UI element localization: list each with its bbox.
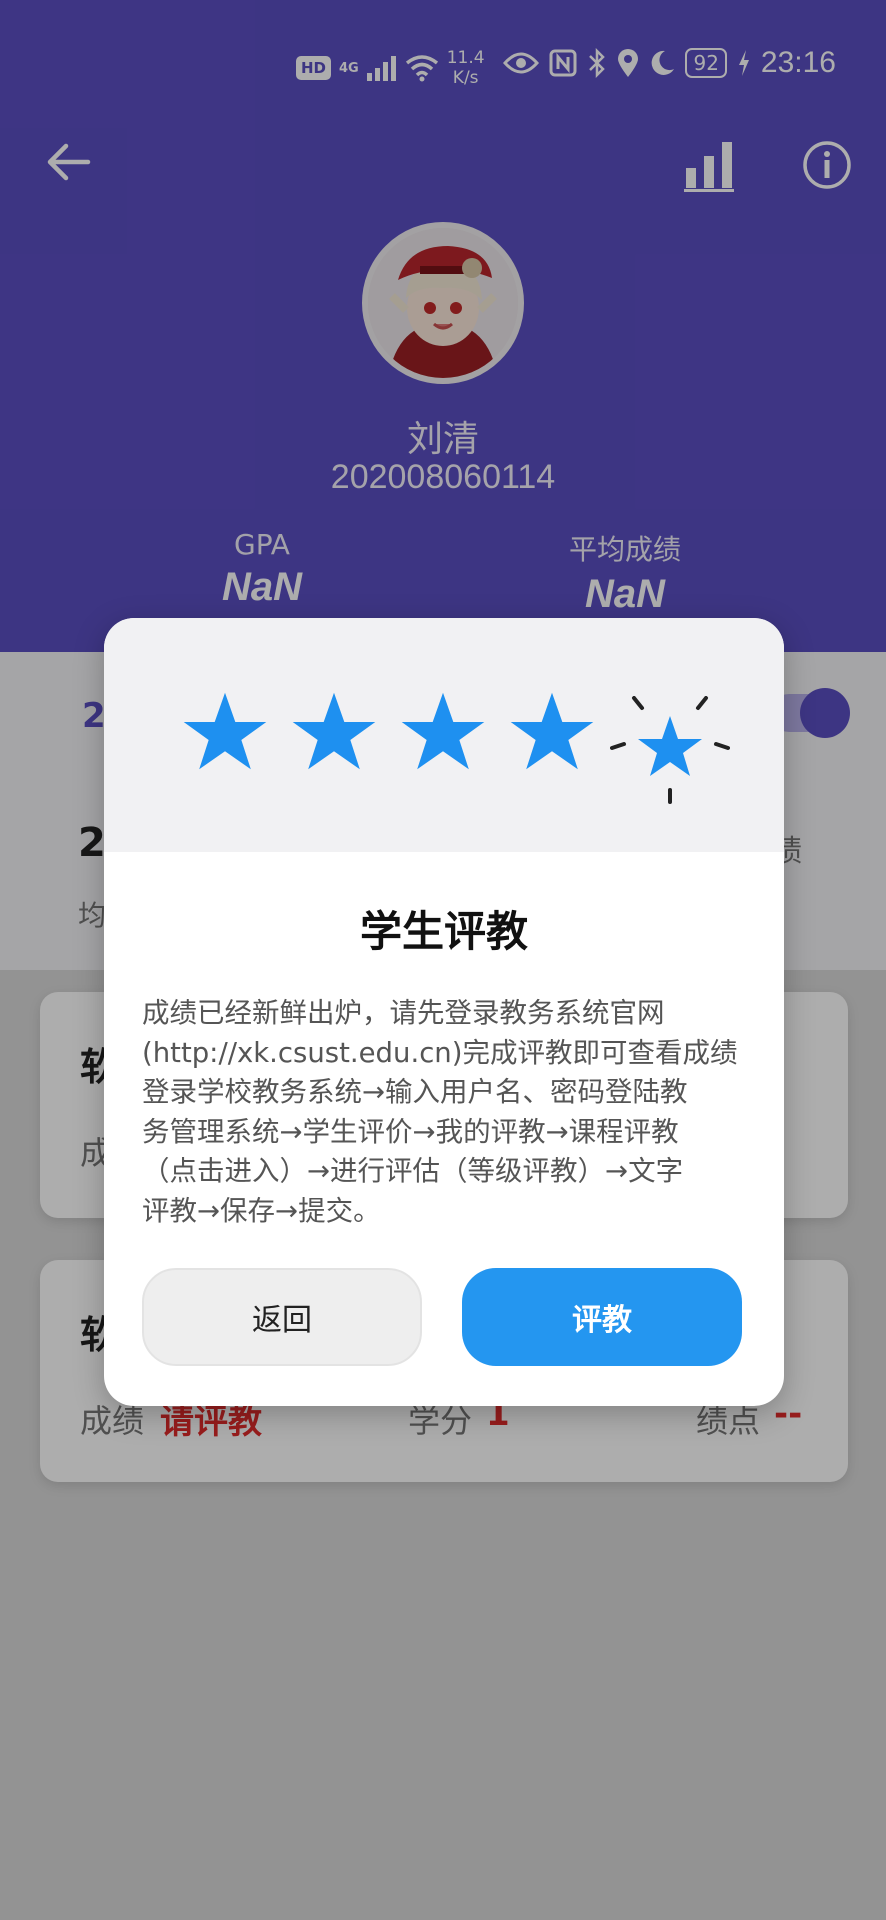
evaluate-button[interactable]: 评教	[462, 1268, 742, 1366]
dialog-message: 成绩已经新鲜出炉，请先登录教务系统官网 (http://xk.csust.edu…	[142, 994, 752, 1231]
star-icon	[292, 692, 376, 770]
dialog-message-line: 务管理系统→学生评价→我的评教→课程评教	[142, 1115, 679, 1148]
dialog-title: 学生评教	[359, 907, 528, 956]
star-icon	[401, 692, 485, 770]
dialog-message-line: 登录学校教务系统→输入用户名、密码登陆教	[142, 1076, 688, 1108]
back-button[interactable]: 返回	[142, 1268, 422, 1366]
dialog-message-line: (http://xk.csust.edu.cn)完成评教即可查看成绩	[142, 1036, 738, 1069]
rating-banner	[104, 618, 784, 852]
dialog-message-line: （点击进入）→进行评估（等级评教）→文字	[142, 1155, 684, 1187]
sparkling-star-icon	[610, 696, 730, 804]
dialog-message-line: 成绩已经新鲜出炉，请先登录教务系统官网	[142, 997, 665, 1029]
star-icon	[510, 692, 594, 770]
evaluation-dialog: 学生评教 成绩已经新鲜出炉，请先登录教务系统官网 (http://xk.csus…	[104, 618, 784, 1406]
star-icon	[183, 692, 267, 770]
dialog-message-line: 评教→保存→提交。	[142, 1194, 381, 1227]
